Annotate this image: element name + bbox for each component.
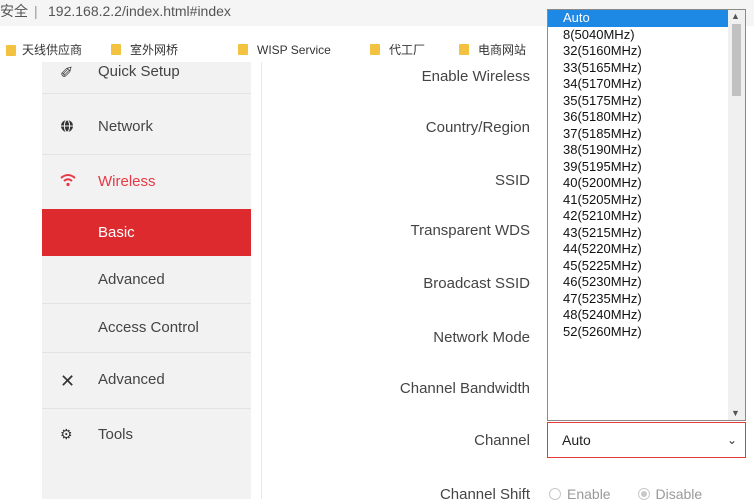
channel-option[interactable]: 47(5235MHz) xyxy=(548,291,728,308)
dropdown-scrollbar[interactable]: ▲ ▼ xyxy=(728,10,745,420)
channel-option[interactable]: 39(5195MHz) xyxy=(548,159,728,176)
channel-shift-enable-label: Enable xyxy=(567,485,611,502)
address-separator: | xyxy=(34,3,38,19)
channel-shift-group: Enable Disable xyxy=(549,485,702,503)
sidebar-subitem-basic[interactable]: Basic xyxy=(42,209,251,256)
folder-icon xyxy=(6,45,16,56)
channel-option[interactable]: 33(5165MHz) xyxy=(548,60,728,77)
sidebar-item-wireless[interactable]: Wireless xyxy=(42,159,251,203)
label-channel: Channel xyxy=(474,432,530,449)
scrollbar-thumb[interactable] xyxy=(732,24,741,96)
channel-option[interactable]: 38(5190MHz) xyxy=(548,142,728,159)
sidebar-subitem-label: Access Control xyxy=(98,319,199,336)
sidebar-item-label: Wireless xyxy=(98,173,156,190)
sidebar-item-tools[interactable]: ⚙ Tools xyxy=(42,412,251,458)
channel-shift-disable-radio[interactable] xyxy=(637,487,650,500)
channel-select-value: Auto xyxy=(562,432,591,448)
channel-option[interactable]: 34(5170MHz) xyxy=(548,76,728,93)
sidebar-subitem-label: Basic xyxy=(98,224,135,241)
sidebar-item-quick-setup[interactable]: ✐ Quick Setup xyxy=(42,62,251,88)
sidebar-nav: ✐ Quick Setup Network Wireless Basic Adv… xyxy=(42,62,251,499)
folder-icon xyxy=(370,44,380,56)
sidebar-subitem-label: Advanced xyxy=(98,271,165,288)
divider xyxy=(42,93,251,94)
sidebar-subitem-access-control[interactable]: Access Control xyxy=(42,304,251,351)
sidebar-item-network[interactable]: Network xyxy=(42,105,251,149)
label-broadcast-ssid: Broadcast SSID xyxy=(423,275,530,292)
channel-option[interactable]: 46(5230MHz) xyxy=(548,274,728,291)
bookmark-item[interactable]: WISP Service xyxy=(238,38,331,62)
label-enable-wireless: Enable Wireless xyxy=(421,68,530,85)
channel-option[interactable]: 32(5160MHz) xyxy=(548,43,728,60)
folder-icon xyxy=(459,44,469,56)
channel-option[interactable]: 44(5220MHz) xyxy=(548,241,728,258)
bookmark-label: WISP Service xyxy=(257,43,331,57)
divider xyxy=(42,154,251,155)
wifi-icon xyxy=(60,173,76,192)
label-country-region: Country/Region xyxy=(425,119,530,136)
bookmark-label: 天线供应商 xyxy=(22,43,83,57)
channel-option[interactable]: 43(5215MHz) xyxy=(548,225,728,242)
gears-icon: ⚙ xyxy=(60,426,73,442)
sidebar-item-advanced[interactable]: ✕ Advanced xyxy=(42,357,251,403)
secure-label: 安全 xyxy=(0,3,28,19)
channel-shift-disable-label: Disable xyxy=(655,485,703,502)
url-text[interactable]: 192.168.2.2/index.html#index xyxy=(48,2,231,20)
channel-dropdown-list[interactable]: Auto 8(5040MHz) 32(5160MHz) 33(5165MHz) 34(5… xyxy=(547,9,746,421)
label-channel-bandwidth: Channel Bandwidth xyxy=(399,380,530,397)
tools-icon: ✕ xyxy=(60,371,76,391)
sidebar-item-label: Advanced xyxy=(98,371,165,388)
label-transparent-wds: Transparent WDS xyxy=(410,222,530,239)
channel-option[interactable]: 8(5040MHz) xyxy=(548,27,728,44)
channel-option[interactable]: 52(5260MHz) xyxy=(548,324,728,341)
bookmark-label: 代工厂 xyxy=(389,43,426,57)
channel-option[interactable]: 37(5185MHz) xyxy=(548,126,728,143)
magic-wand-icon: ✐ xyxy=(60,65,74,82)
folder-icon xyxy=(111,44,121,56)
globe-icon xyxy=(60,119,74,138)
channel-option[interactable]: 42(5210MHz) xyxy=(548,208,728,225)
sidebar-item-label: Quick Setup xyxy=(98,63,180,80)
label-channel-shift: Channel Shift xyxy=(439,486,530,503)
bookmark-item[interactable]: 电商网站 xyxy=(459,38,526,62)
scroll-down-icon[interactable]: ▼ xyxy=(731,408,740,418)
channel-option[interactable]: Auto xyxy=(548,10,728,27)
bookmark-item[interactable]: 天线供应商 xyxy=(22,38,82,62)
scroll-up-icon[interactable]: ▲ xyxy=(731,11,740,21)
channel-options: Auto 8(5040MHz) 32(5160MHz) 33(5165MHz) 34(5… xyxy=(548,10,728,340)
bookmark-item[interactable]: 室外网桥 xyxy=(111,38,178,62)
channel-option[interactable]: 41(5205MHz) xyxy=(548,192,728,209)
sidebar-item-label: Network xyxy=(98,118,154,135)
bookmark-item[interactable]: 代工厂 xyxy=(370,38,425,62)
channel-option[interactable]: 40(5200MHz) xyxy=(548,175,728,192)
channel-select[interactable]: Auto ⌄ xyxy=(547,422,746,458)
channel-option[interactable]: 48(5240MHz) xyxy=(548,307,728,324)
channel-option[interactable]: 35(5175MHz) xyxy=(548,93,728,110)
sidebar-item-label: Tools xyxy=(98,426,134,443)
channel-option[interactable]: 36(5180MHz) xyxy=(548,109,728,126)
chevron-down-icon: ⌄ xyxy=(726,433,737,447)
divider xyxy=(42,352,251,353)
label-network-mode: Network Mode xyxy=(433,329,530,346)
channel-shift-enable-radio[interactable] xyxy=(549,487,561,500)
divider xyxy=(42,408,251,409)
bookmark-label: 室外网桥 xyxy=(130,43,179,57)
label-ssid: SSID xyxy=(494,172,530,189)
channel-option[interactable]: 45(5225MHz) xyxy=(548,258,728,275)
sidebar-subitem-advanced[interactable]: Advanced xyxy=(42,256,251,303)
bookmark-label: 电商网站 xyxy=(478,43,527,57)
panel-divider xyxy=(261,62,262,499)
folder-icon xyxy=(238,44,248,56)
